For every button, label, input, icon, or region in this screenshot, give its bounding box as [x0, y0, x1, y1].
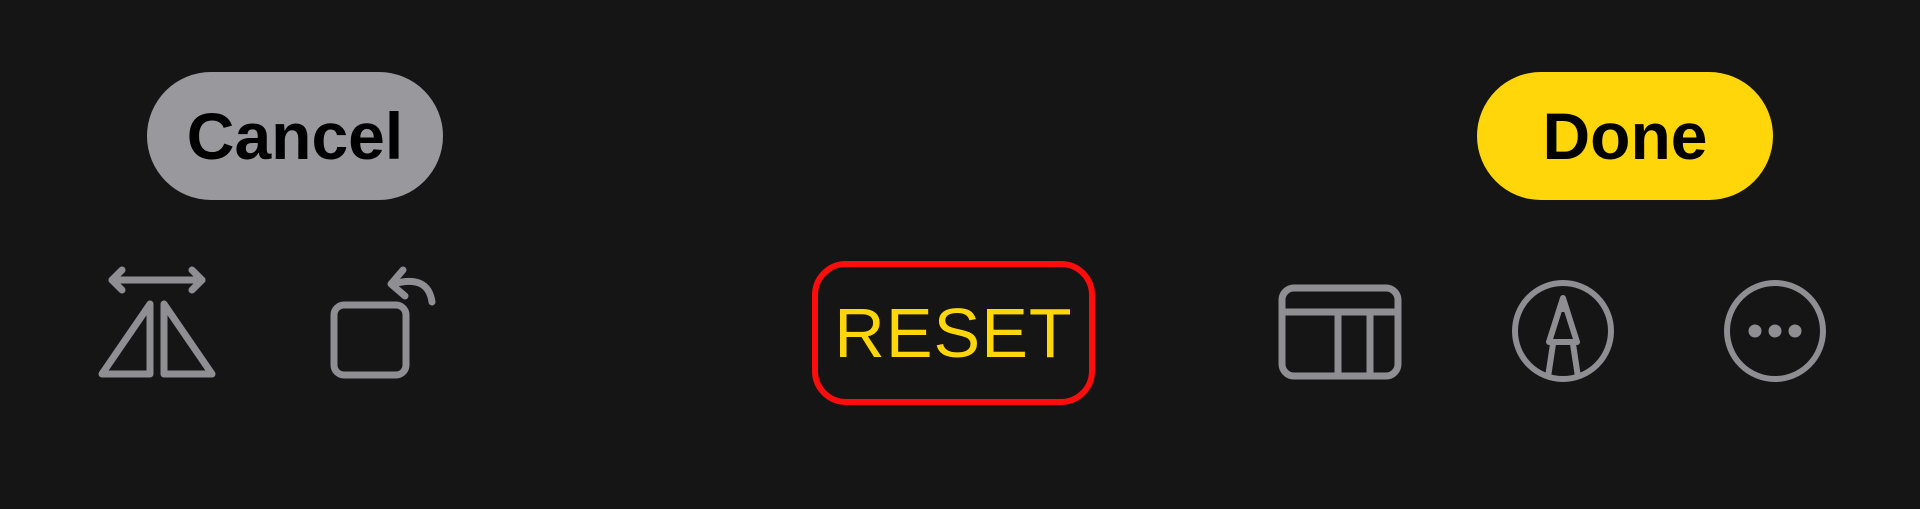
rotate-button[interactable]: [325, 262, 450, 382]
done-button[interactable]: Done: [1477, 72, 1773, 200]
more-options-button[interactable]: [1722, 278, 1828, 384]
flip-horizontal-button[interactable]: [92, 262, 222, 382]
photo-edit-toolbar: Cancel Done RESET: [0, 0, 1920, 509]
cancel-button[interactable]: Cancel: [147, 72, 443, 200]
more-options-icon: [1724, 280, 1826, 382]
markup-button[interactable]: [1510, 278, 1616, 384]
markup-pen-icon: [1512, 280, 1614, 382]
aspect-ratio-button[interactable]: [1278, 282, 1402, 382]
rotate-icon: [330, 266, 436, 379]
aspect-ratio-icon: [1278, 284, 1402, 380]
flip-horizontal-icon: [98, 266, 216, 378]
reset-button[interactable]: RESET: [812, 261, 1095, 405]
